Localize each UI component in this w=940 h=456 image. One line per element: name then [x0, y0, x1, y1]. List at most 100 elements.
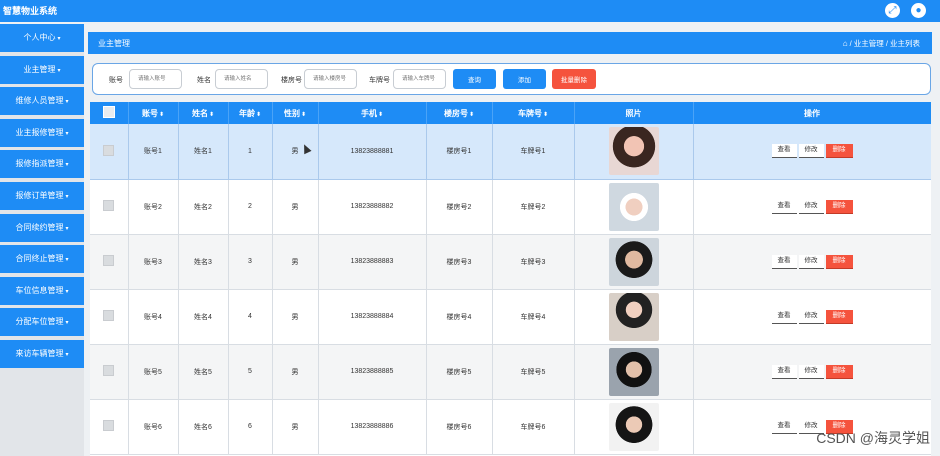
sidebar-item-repair-order[interactable]: 报修订单管理 ▾: [0, 181, 84, 210]
sidebar-item-label: 报修订单管理: [15, 190, 64, 200]
view-button[interactable]: 查看: [771, 199, 797, 214]
table-row[interactable]: 账号4 姓名4 4 男 13823888884 楼房号4 车牌号4 查看 修改 删除: [90, 289, 931, 345]
row-checkbox[interactable]: [103, 200, 115, 211]
sidebar-item-repair-assign[interactable]: 报修指派管理 ▾: [0, 150, 84, 179]
cell-age: 5: [228, 344, 273, 400]
name-input[interactable]: [215, 69, 268, 89]
row-checkbox[interactable]: [103, 310, 115, 321]
view-button[interactable]: 查看: [771, 419, 797, 434]
sidebar-item-owner-management[interactable]: 业主管理 ▾: [0, 55, 84, 84]
edit-button[interactable]: 修改: [798, 254, 824, 269]
sort-icon[interactable]: ⬍: [378, 112, 383, 118]
home-icon[interactable]: ⌂: [843, 39, 848, 48]
cell-photo: [574, 289, 694, 345]
table-row[interactable]: 账号1 姓名1 1 男 13823888881 楼房号1 车牌号1 查看 修改 删除: [90, 124, 931, 180]
column-header-phone[interactable]: 手机⬍: [318, 102, 427, 124]
delete-button[interactable]: 删除: [825, 144, 853, 159]
sidebar-item-contract-terminate[interactable]: 合同终止管理 ▾: [0, 245, 84, 274]
cell-plate: 车牌号5: [492, 344, 575, 400]
column-header-plate[interactable]: 车牌号⬍: [492, 102, 575, 124]
column-header-room[interactable]: 楼房号⬍: [426, 102, 493, 124]
edit-button[interactable]: 修改: [798, 309, 824, 324]
cell-name: 姓名4: [178, 289, 229, 345]
row-checkbox[interactable]: [103, 365, 115, 376]
row-select-cell[interactable]: [90, 124, 129, 180]
account-label: 账号: [109, 77, 123, 84]
sidebar-item-label: 维修人员管理: [15, 96, 64, 106]
view-button[interactable]: 查看: [771, 144, 797, 159]
column-label: 操作: [804, 108, 820, 118]
owner-photo: [608, 292, 659, 341]
breadcrumb: ⌂ / 业主管理 / 业主列表: [843, 38, 920, 49]
sidebar-item-label: 个人中心: [23, 33, 56, 42]
sidebar-item-parking-info[interactable]: 车位信息管理 ▾: [0, 276, 84, 305]
room-label: 楼房号: [281, 77, 302, 84]
sort-icon[interactable]: ⬍: [159, 112, 164, 118]
cell-age: 4: [228, 289, 273, 345]
sort-icon[interactable]: ⬍: [256, 112, 261, 118]
caret-down-icon: ▾: [57, 67, 61, 74]
cell-name: 姓名5: [178, 344, 229, 400]
account-input[interactable]: [129, 69, 182, 89]
table-row[interactable]: 账号2 姓名2 2 男 13823888882 楼房号2 车牌号2 查看 修改 删除: [90, 179, 931, 235]
caret-down-icon: ▾: [65, 288, 69, 295]
cell-plate: 车牌号6: [492, 399, 575, 455]
table-row[interactable]: 账号5 姓名5 5 男 13823888885 楼房号5 车牌号5 查看 修改 删除: [90, 344, 931, 400]
edit-button[interactable]: 修改: [798, 199, 824, 214]
row-select-cell[interactable]: [90, 289, 129, 345]
select-all-checkbox[interactable]: [102, 106, 115, 118]
column-label: 姓名: [191, 108, 208, 118]
view-button[interactable]: 查看: [771, 254, 797, 269]
edit-button[interactable]: 修改: [798, 144, 824, 159]
sidebar-item-visitor-vehicle[interactable]: 来访车辆管理 ▾: [0, 339, 84, 368]
sidebar-item-personal-center[interactable]: 个人中心 ▾: [0, 24, 84, 52]
app-title: 智慧物业系统: [3, 6, 58, 16]
sort-icon[interactable]: ⬍: [543, 112, 548, 118]
delete-button[interactable]: 删除: [825, 364, 853, 379]
row-select-cell[interactable]: [90, 344, 129, 400]
cell-account: 账号1: [128, 124, 179, 180]
caret-down-icon: ▾: [65, 320, 69, 327]
owner-photo: [608, 182, 659, 231]
cell-photo: [574, 234, 694, 290]
column-header-name[interactable]: 姓名⬍: [178, 102, 229, 124]
column-header-actions: 操作: [693, 102, 931, 124]
sort-icon[interactable]: ⬍: [209, 112, 214, 118]
batch-delete-button[interactable]: 批量删除: [552, 69, 596, 89]
sort-icon[interactable]: ⬍: [469, 112, 474, 118]
delete-button[interactable]: 删除: [825, 254, 853, 269]
delete-button[interactable]: 删除: [825, 199, 853, 214]
room-input[interactable]: [304, 69, 357, 89]
cell-name: 姓名6: [178, 399, 229, 455]
sidebar-item-label: 车位信息管理: [15, 285, 64, 295]
column-label: 年龄: [238, 108, 255, 118]
table-row[interactable]: 账号6 姓名6 6 男 13823888886 楼房号6 车牌号6 查看 修改 删除: [90, 399, 931, 455]
sort-icon[interactable]: ⬍: [301, 112, 306, 118]
table-row[interactable]: 账号3 姓名3 3 男 13823888883 楼房号3 车牌号3 查看 修改 删除: [90, 234, 931, 290]
sidebar-item-repair-staff[interactable]: 维修人员管理 ▾: [0, 87, 84, 116]
header-select-all[interactable]: [90, 102, 129, 124]
add-button[interactable]: 添加: [503, 69, 546, 89]
column-header-account[interactable]: 账号⬍: [128, 102, 179, 124]
sidebar-item-owner-repair[interactable]: 业主报修管理 ▾: [0, 118, 84, 147]
user-icon[interactable]: ●: [911, 3, 926, 18]
sidebar-item-contract-renew[interactable]: 合同续约管理 ▾: [0, 213, 84, 242]
row-select-cell[interactable]: [90, 399, 129, 455]
edit-button[interactable]: 修改: [798, 364, 824, 379]
sidebar-item-parking-assign[interactable]: 分配车位管理 ▾: [0, 308, 84, 337]
page-header: 业主管理 ⌂ / 业主管理 / 业主列表: [88, 32, 932, 54]
delete-button[interactable]: 删除: [825, 309, 853, 324]
cell-phone: 13823888886: [318, 399, 427, 455]
row-select-cell[interactable]: [90, 234, 129, 290]
view-button[interactable]: 查看: [771, 364, 797, 379]
column-header-gender[interactable]: 性别⬍: [272, 102, 319, 124]
row-checkbox[interactable]: [103, 255, 115, 266]
row-select-cell[interactable]: [90, 179, 129, 235]
plate-input[interactable]: [393, 69, 446, 89]
column-header-age[interactable]: 年龄⬍: [228, 102, 273, 124]
query-button[interactable]: 查询: [453, 69, 496, 89]
view-button[interactable]: 查看: [771, 309, 797, 324]
row-checkbox[interactable]: [103, 144, 115, 156]
row-checkbox[interactable]: [103, 420, 115, 431]
fullscreen-icon[interactable]: ⤢: [885, 3, 900, 18]
